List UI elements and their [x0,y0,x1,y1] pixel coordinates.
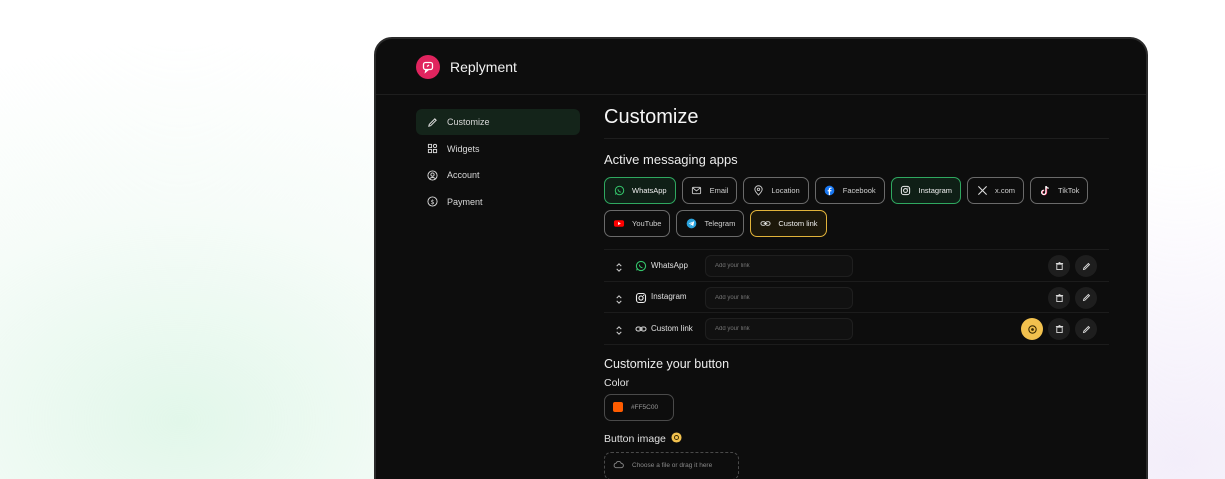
info-badge-icon[interactable] [671,431,682,446]
sidebar-item-widgets[interactable]: Widgets [416,136,580,162]
link-row-custom-link: Custom link [604,313,1109,345]
sidebar: Customize Widgets Account $ Payment [416,109,580,215]
chip-label: YouTube [632,219,662,228]
upload-text: Choose a file or drag it here [632,462,713,469]
button-image-row: Button image [604,431,1109,446]
widgets-icon [425,142,439,156]
chip-custom-link[interactable]: Custom link [750,210,827,237]
link-list: WhatsApp Instagram Custom link [604,249,1109,345]
sidebar-item-label: Account [447,170,480,181]
page-title: Customize [604,103,1109,139]
chip-location[interactable]: Location [743,177,809,204]
top-bar: Replyment [376,39,1146,95]
chip-label: Telegram [704,219,736,228]
tiktok-icon [1039,185,1051,197]
sidebar-item-label: Customize [447,117,490,127]
delete-button[interactable] [1048,286,1070,309]
sort-handle-icon[interactable] [615,292,623,310]
pencil-icon [425,115,439,129]
custom-link-input[interactable] [705,318,853,340]
sidebar-item-account[interactable]: Account [416,162,580,188]
link-row-whatsapp: WhatsApp [604,250,1109,282]
apps-heading: Active messaging apps [604,152,738,167]
chip-label: Instagram [918,186,953,195]
instagram-icon [635,291,647,303]
file-upload-dropzone[interactable]: Choose a file or drag it here [604,451,739,479]
chip-label: WhatsApp [632,186,667,195]
custom-icon-button[interactable] [1021,318,1043,340]
instagram-icon [900,185,912,197]
chip-email[interactable]: Email [681,177,738,204]
sort-handle-icon[interactable] [615,260,623,278]
brand-name: Replyment [450,58,517,75]
location-pin-icon [752,185,764,197]
edit-button[interactable] [1075,255,1097,277]
sidebar-item-label: Payment [447,196,483,207]
cloud-upload-icon [613,460,624,471]
telegram-icon [685,218,697,230]
chip-label: Custom link [778,219,818,228]
dollar-icon: $ [425,195,439,209]
button-image-label: Button image [604,432,666,445]
app-chips: WhatsApp Email Location Facebook Instagr… [604,177,1109,237]
button-heading: Customize your button [604,356,730,371]
chip-whatsapp[interactable]: WhatsApp [604,177,676,204]
sidebar-item-customize[interactable]: Customize [416,109,580,135]
facebook-icon [824,185,836,197]
color-value: #FF5C00 [631,403,659,411]
youtube-icon [613,218,625,230]
link-row-instagram: Instagram [604,282,1109,313]
chip-x[interactable]: x.com [967,177,1025,204]
chip-label: TikTok [1058,186,1080,195]
instagram-link-input[interactable] [705,286,853,309]
link-icon [635,322,647,334]
link-row-label: Instagram [651,292,687,302]
chip-label: Email [709,186,729,195]
whatsapp-link-input[interactable] [705,255,853,277]
color-label: Color [604,376,630,389]
chip-label: Location [771,186,800,195]
sort-handle-icon[interactable] [615,323,623,341]
delete-button[interactable] [1048,318,1070,340]
replyment-logo-icon[interactable] [416,54,440,79]
link-icon [759,218,771,230]
main-content: Customize Active messaging apps WhatsApp… [604,103,1109,479]
whatsapp-icon [613,185,625,197]
chip-label: Facebook [842,186,876,195]
edit-button[interactable] [1075,286,1097,309]
whatsapp-icon [635,259,647,272]
link-row-label: Custom link [651,323,693,333]
mail-icon [691,185,703,197]
app-window: Replyment Customize Widgets Account $ Pa… [374,37,1148,479]
delete-button[interactable] [1048,255,1070,277]
color-swatch [613,402,623,412]
color-picker[interactable]: #FF5C00 [604,393,674,421]
chip-tiktok[interactable]: TikTok [1030,177,1089,204]
sidebar-item-payment[interactable]: $ Payment [416,189,580,215]
x-icon [976,185,988,197]
link-row-label: WhatsApp [651,260,688,270]
svg-text:$: $ [430,198,434,206]
chip-youtube[interactable]: YouTube [604,210,671,237]
chip-facebook[interactable]: Facebook [814,177,885,204]
chip-instagram[interactable]: Instagram [890,177,962,204]
chip-telegram[interactable]: Telegram [676,210,745,237]
chip-label: x.com [995,186,1016,195]
edit-button[interactable] [1075,318,1097,340]
sidebar-item-label: Widgets [447,143,480,154]
account-icon [425,168,439,182]
